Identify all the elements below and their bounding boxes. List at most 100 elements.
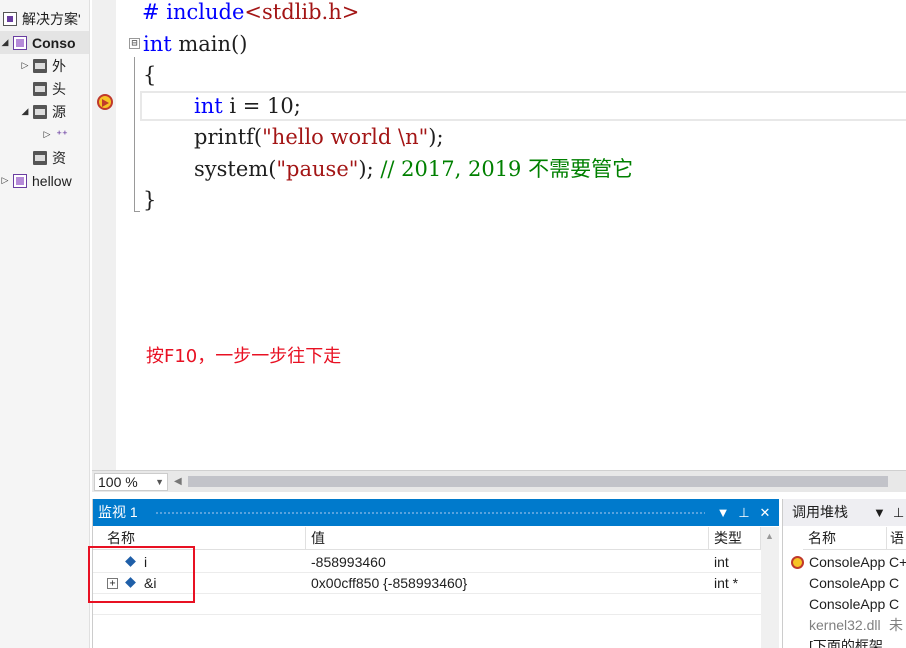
dropdown-icon[interactable]: ▼ <box>715 499 731 526</box>
call-stack-name: ConsoleApp <box>809 596 885 612</box>
solution-icon <box>3 11 17 26</box>
call-stack-title: 调用堆栈 <box>792 504 848 520</box>
code-token: ); <box>428 125 444 149</box>
collapse-triangle-icon[interactable]: ◢ <box>0 37 10 48</box>
folder-icon <box>33 81 47 96</box>
tree-item-source-files[interactable]: ◢ 源 <box>0 100 89 123</box>
call-stack-row[interactable]: ConsoleApp C <box>783 573 906 594</box>
call-stack-lang: C <box>889 596 900 612</box>
code-editor[interactable]: ⊟ # include<stdlib.h> int main() { int i… <box>116 0 906 470</box>
chevron-down-icon[interactable]: ▼ <box>155 474 164 490</box>
tree-item-label: 资 <box>52 149 66 166</box>
tree-item-external-deps[interactable]: ▷ 外 <box>0 54 89 77</box>
zoom-select[interactable]: 100 % ▼ <box>94 473 168 491</box>
tree-item-cpp-file[interactable]: ▷ ⁺⁺ <box>0 123 89 146</box>
call-stack-title-bar: 调用堆栈 ▼ ⊥ <box>783 499 906 526</box>
call-stack-row[interactable]: ConsoleApp C+ <box>783 552 906 573</box>
column-header-name[interactable]: 名称 <box>803 527 887 550</box>
code-token: printf( <box>194 125 263 149</box>
call-stack-row[interactable]: ConsoleApp C <box>783 594 906 615</box>
annotation-text: 按F10，一步一步往下走 <box>146 346 342 367</box>
editor-zoom-bar: 100 % ▼ ◀ <box>92 470 906 492</box>
call-stack-lang: 未 <box>889 617 903 633</box>
tree-item-solution[interactable]: 解决方案' <box>0 7 89 30</box>
solution-explorer: 解决方案' ◢ Conso ▷ 外 头 ◢ 源 ▷ ⁺⁺ 资 ▷ hellow <box>0 0 90 648</box>
horizontal-scrollbar-thumb[interactable] <box>188 476 888 487</box>
call-stack-name: kernel32.dll <box>809 617 881 633</box>
project-icon <box>13 173 27 188</box>
folder-icon <box>33 58 47 73</box>
folder-icon <box>33 150 47 165</box>
current-statement-arrow-icon <box>97 94 113 110</box>
code-token: "pause" <box>276 157 359 181</box>
current-frame-arrow-icon <box>791 556 804 569</box>
column-header-value[interactable]: 值 <box>306 527 709 550</box>
project-icon <box>13 35 27 50</box>
fold-guide <box>134 57 135 212</box>
code-line-3: { <box>143 60 156 90</box>
watch-type: int <box>714 554 729 570</box>
tree-item-label: 外 <box>52 57 66 74</box>
tree-item-label: 头 <box>52 80 66 97</box>
code-line-4: int i = 10; <box>194 91 301 121</box>
code-token: # include <box>142 0 245 24</box>
tree-item-label: 源 <box>52 103 66 120</box>
pin-icon[interactable]: ⊥ <box>893 499 904 526</box>
tree-item-label: hellow <box>32 172 72 189</box>
call-stack-name: ConsoleApp <box>809 575 885 591</box>
call-stack-name: [下面的框架 <box>809 638 883 648</box>
call-stack-lang: C+ <box>889 554 906 570</box>
vertical-scrollbar[interactable]: ▲ <box>761 527 779 648</box>
call-stack-row[interactable]: [下面的框架 <box>783 636 906 648</box>
editor-indicator-margin[interactable] <box>92 0 116 470</box>
watch-title: 监视 1 <box>98 504 138 520</box>
call-stack-name: ConsoleApp <box>809 554 885 570</box>
code-line-2: int main() <box>143 29 247 59</box>
fold-toggle-icon[interactable]: ⊟ <box>129 38 140 49</box>
pin-icon[interactable]: ⊥ <box>736 499 752 526</box>
collapse-triangle-icon[interactable]: ◢ <box>20 106 30 117</box>
call-stack-lang: C <box>889 575 900 591</box>
tree-item-label: 解决方案' <box>22 10 81 27</box>
tree-item-resource-files[interactable]: 资 <box>0 146 89 169</box>
close-icon[interactable]: ✕ <box>757 499 773 526</box>
tree-item-project-hellow[interactable]: ▷ hellow <box>0 169 89 192</box>
code-comment: // 2017, 2019 不需要管它 <box>380 157 634 181</box>
expand-triangle-icon[interactable]: ▷ <box>0 175 10 186</box>
code-token: system( <box>194 157 277 181</box>
code-token: "hello world \n" <box>262 125 429 149</box>
annotation-highlight-box <box>88 546 195 603</box>
dropdown-icon[interactable]: ▼ <box>873 499 886 526</box>
zoom-value: 100 % <box>98 474 138 490</box>
scroll-up-icon[interactable]: ▲ <box>765 531 774 541</box>
code-token: i = 10; <box>222 94 301 118</box>
title-grip <box>155 511 705 515</box>
code-line-5: printf("hello world \n"); <box>194 122 444 152</box>
cpp-file-icon: ⁺⁺ <box>56 128 68 141</box>
code-token: int <box>143 32 172 56</box>
scroll-left-icon[interactable]: ◀ <box>174 475 184 489</box>
fold-guide-end <box>134 211 140 212</box>
watch-title-bar: 监视 1 ▼ ⊥ ✕ <box>93 499 779 526</box>
expand-triangle-icon[interactable]: ▷ <box>20 60 30 71</box>
code-token: ); <box>358 157 381 181</box>
code-line-7: } <box>143 185 156 215</box>
watch-type: int * <box>714 575 739 591</box>
call-stack-row[interactable]: kernel32.dll 未 <box>783 615 906 636</box>
code-token: int <box>194 94 223 118</box>
tree-item-label: Conso <box>32 34 76 51</box>
column-header-type[interactable]: 类型 <box>709 527 761 550</box>
code-line-6: system("pause"); // 2017, 2019 不需要管它 <box>194 154 633 184</box>
code-token: <stdlib.h> <box>244 0 360 24</box>
watch-value[interactable]: 0x00cff850 {-858993460} <box>306 573 467 594</box>
folder-icon <box>33 104 47 119</box>
expand-triangle-icon[interactable]: ▷ <box>42 129 52 140</box>
code-token: } <box>143 188 157 212</box>
code-line-1: # include<stdlib.h> <box>142 0 359 27</box>
watch-value[interactable]: -858993460 <box>306 552 386 573</box>
column-header-lang[interactable]: 语 <box>887 527 906 550</box>
code-token: main() <box>171 32 248 56</box>
tree-item-header-files[interactable]: 头 <box>0 77 89 100</box>
tree-item-project-console[interactable]: ◢ Conso <box>0 31 89 54</box>
call-stack-window: 调用堆栈 ▼ ⊥ 名称 语 ConsoleApp C+ ConsoleApp C… <box>782 499 906 648</box>
